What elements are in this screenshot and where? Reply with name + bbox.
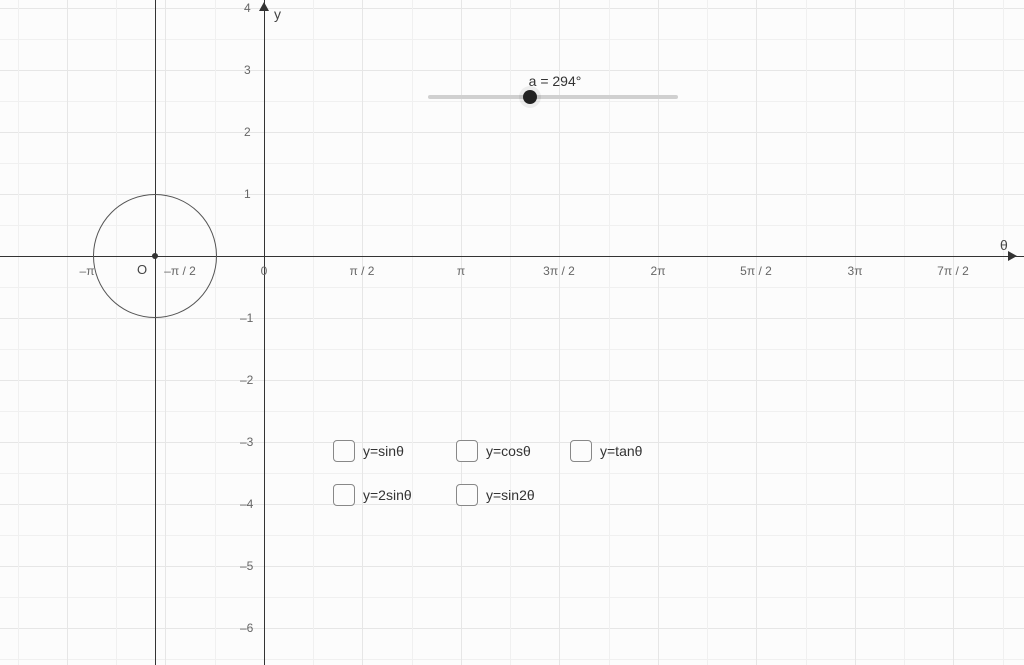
grid-minor-v [707,0,708,665]
checkbox-sin[interactable]: y=sinθ [333,440,404,462]
checkbox-label: y=sinθ [363,443,404,459]
grid-minor-h [0,597,1024,598]
y-tick: –5 [240,559,253,573]
vertical-guide-line [155,0,156,665]
x-tick: 2π [651,264,666,278]
checkbox-tan[interactable]: y=tanθ [570,440,642,462]
checkbox-label: y=2sinθ [363,487,412,503]
checkbox-box-icon [570,440,592,462]
grid-h [0,70,1024,71]
grid-v [756,0,757,665]
checkbox-label: y=cosθ [486,443,531,459]
x-tick: –π [80,264,95,278]
slider-track[interactable] [428,95,678,99]
grid-v [559,0,560,665]
grid-h [0,628,1024,629]
grid-minor-v [116,0,117,665]
grid-minor-v [215,0,216,665]
grid-minor-v [412,0,413,665]
y-tick: –6 [240,621,253,635]
y-tick: 4 [244,1,251,15]
x-tick: π / 2 [350,264,375,278]
x-tick: 0 [261,264,268,278]
grid-minor-h [0,349,1024,350]
slider-thumb[interactable] [523,90,537,104]
grid-minor-v [806,0,807,665]
grid-minor-h [0,659,1024,660]
checkbox-sin2[interactable]: y=sin2θ [456,484,535,506]
y-axis-arrow-icon [259,2,269,11]
checkbox-box-icon [456,440,478,462]
grid-minor-v [904,0,905,665]
grid-v [362,0,363,665]
grid-v [461,0,462,665]
grid-minor-h [0,39,1024,40]
grid-minor-v [18,0,19,665]
slider-label: a = 294° [529,73,582,89]
grid-minor-h [0,101,1024,102]
unit-circle-center-point[interactable] [152,253,158,259]
grid-minor-h [0,473,1024,474]
y-tick: 3 [244,63,251,77]
checkbox-box-icon [333,484,355,506]
checkbox-box-icon [456,484,478,506]
grid-minor-h [0,411,1024,412]
x-axis-arrow-icon [1008,251,1017,261]
grid-v [67,0,68,665]
grid-h [0,318,1024,319]
grid-h [0,566,1024,567]
x-tick: π [457,264,465,278]
grid-minor-h [0,535,1024,536]
x-tick: 3π / 2 [543,264,575,278]
grid-v [855,0,856,665]
x-tick: 3π [848,264,863,278]
grid-minor-v [313,0,314,665]
x-tick: 5π / 2 [740,264,772,278]
y-tick: –2 [240,373,253,387]
checkbox-label: y=sin2θ [486,487,535,503]
grid-h [0,8,1024,9]
grid-minor-h [0,163,1024,164]
y-tick: 2 [244,125,251,139]
x-tick: 7π / 2 [937,264,969,278]
y-tick: 1 [244,187,251,201]
x-axis-label: θ [1000,237,1008,253]
y-tick: –4 [240,497,253,511]
checkbox-cos[interactable]: y=cosθ [456,440,531,462]
grid-v [953,0,954,665]
y-tick: –3 [240,435,253,449]
checkbox-2sin[interactable]: y=2sinθ [333,484,412,506]
grid-h [0,380,1024,381]
plot-canvas[interactable]: y θ O –π –π / 2 0 π / 2 π 3π / 2 2π 5π /… [0,0,1024,665]
grid-v [165,0,166,665]
checkbox-box-icon [333,440,355,462]
y-axis [264,0,265,665]
grid-minor-v [1003,0,1004,665]
grid-v [658,0,659,665]
checkbox-label: y=tanθ [600,443,642,459]
grid-minor-v [510,0,511,665]
y-axis-label: y [274,6,281,22]
y-tick: –1 [240,311,253,325]
grid-minor-v [609,0,610,665]
grid-h [0,132,1024,133]
